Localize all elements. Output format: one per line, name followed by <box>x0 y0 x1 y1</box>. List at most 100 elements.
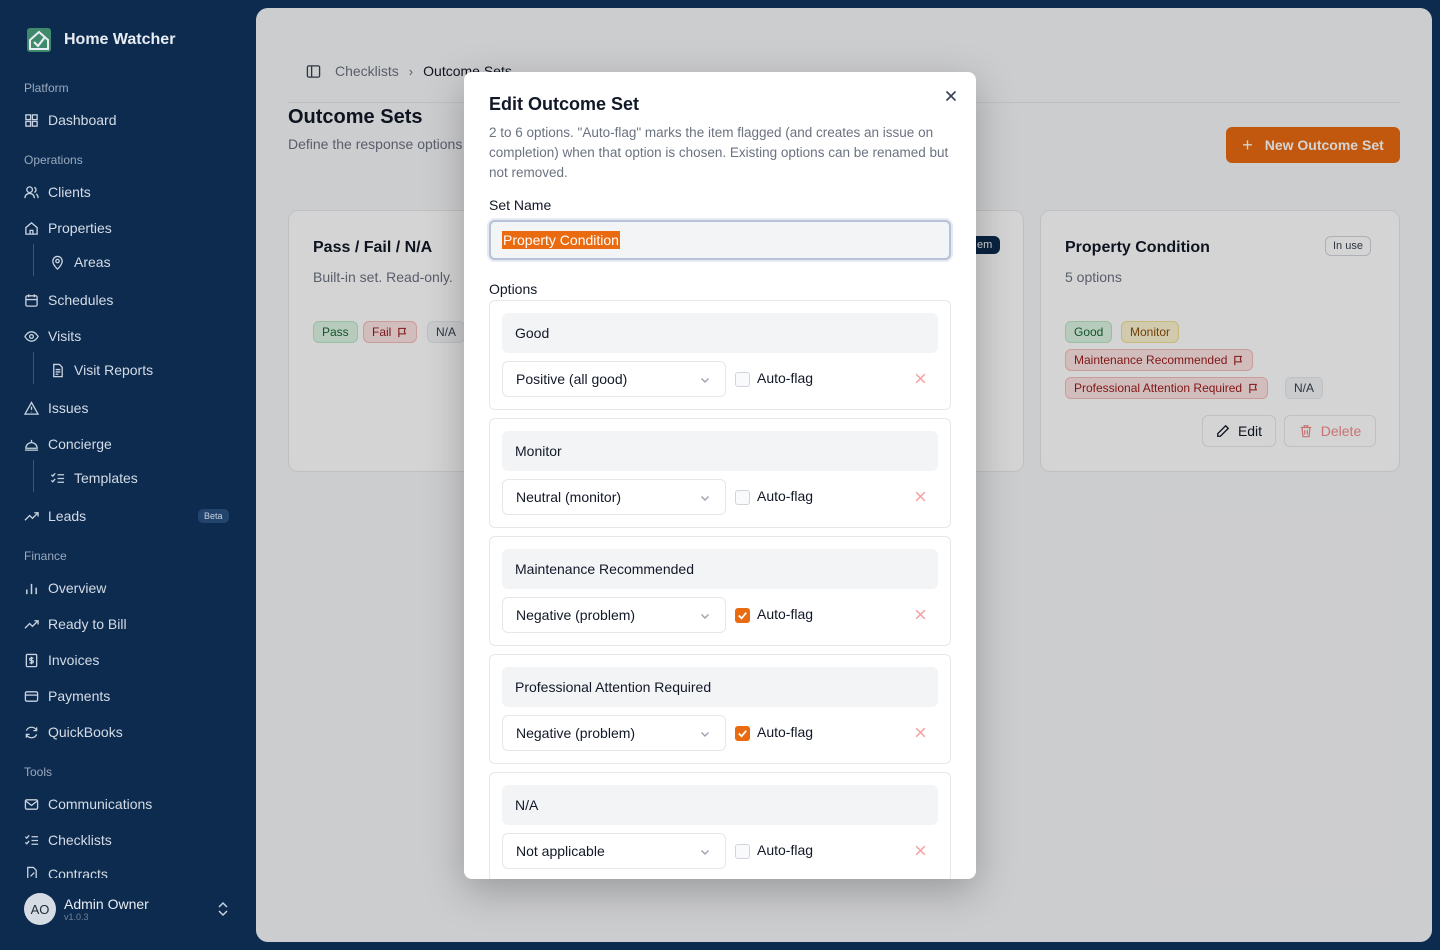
sidebar-item-clients[interactable]: Clients <box>24 182 91 202</box>
set-name-value: Property Condition <box>502 231 620 249</box>
remove-option-icon[interactable] <box>914 490 927 503</box>
remove-option-icon[interactable] <box>914 608 927 621</box>
sidebar-item-label: Properties <box>48 220 112 236</box>
app-version: v1.0.3 <box>64 912 89 922</box>
sidebar-item-properties[interactable]: Properties <box>24 218 112 238</box>
remove-option-icon[interactable] <box>914 726 927 739</box>
chevron-down-icon <box>701 378 709 383</box>
brand[interactable]: Home Watcher <box>26 27 175 53</box>
option-row: Good Positive (all good) Auto-flag <box>489 300 951 410</box>
user-menu[interactable]: AO Admin Owner v1.0.3 <box>24 893 234 925</box>
beta-badge: Beta <box>198 509 229 523</box>
sidebar-item-schedules[interactable]: Schedules <box>24 290 113 310</box>
trending-up-icon <box>24 617 39 632</box>
dialog-title: Edit Outcome Set <box>489 94 640 114</box>
auto-flag-label: Auto-flag <box>757 370 814 386</box>
calendar-icon <box>24 293 39 308</box>
subnav-line <box>33 460 34 492</box>
sidebar-item-templates[interactable]: Templates <box>50 468 138 488</box>
sidebar-item-invoices[interactable]: Invoices <box>24 650 99 670</box>
option-type-select[interactable]: Negative (problem) <box>502 715 726 751</box>
nav-section-operations: Operations <box>24 153 83 167</box>
sidebar-item-label: Clients <box>48 184 91 200</box>
option-type-value: Neutral (monitor) <box>516 489 622 505</box>
chevron-down-icon <box>701 732 709 737</box>
sidebar-item-label: Communications <box>48 796 153 812</box>
option-type-value: Positive (all good) <box>516 371 628 387</box>
sidebar-item-leads[interactable]: Leads <box>24 506 86 526</box>
auto-flag-checkbox[interactable] <box>735 608 750 623</box>
sidebar-item-label: QuickBooks <box>48 724 123 740</box>
auto-flag-label: Auto-flag <box>757 724 814 740</box>
sidebar-item-checklists[interactable]: Checklists <box>24 830 112 850</box>
sidebar-item-label: Payments <box>48 688 111 704</box>
bar-chart-icon <box>24 581 39 596</box>
option-name-input[interactable]: Professional Attention Required <box>502 667 938 707</box>
sidebar-item-visits[interactable]: Visits <box>24 326 81 346</box>
sync-icon <box>24 725 39 740</box>
sidebar-item-label: Issues <box>48 400 89 416</box>
remove-option-icon[interactable] <box>914 844 927 857</box>
invoice-icon <box>24 653 39 668</box>
sidebar-item-label: Contracts <box>48 866 108 878</box>
option-name-input[interactable]: N/A <box>502 785 938 825</box>
chevrons-up-down-icon <box>218 901 228 917</box>
option-row: N/A Not applicable Auto-flag <box>489 772 951 879</box>
sidebar-item-overview[interactable]: Overview <box>24 578 106 598</box>
sidebar-item-dashboard[interactable]: Dashboard <box>24 110 117 130</box>
option-type-value: Negative (problem) <box>516 607 636 623</box>
option-name-input[interactable]: Maintenance Recommended <box>502 549 938 589</box>
option-name-input[interactable]: Good <box>502 313 938 353</box>
sidebar-item-quickbooks[interactable]: QuickBooks <box>24 722 123 742</box>
mail-icon <box>24 797 39 812</box>
user-name: Admin Owner <box>64 896 149 912</box>
user-info: Admin Owner v1.0.3 <box>64 896 149 922</box>
credit-card-icon <box>24 689 39 704</box>
sidebar-item-label: Leads <box>48 508 87 524</box>
check-icon <box>738 730 747 738</box>
option-type-select[interactable]: Positive (all good) <box>502 361 726 397</box>
sidebar-item-label: Overview <box>48 580 107 596</box>
sidebar-item-label: Concierge <box>48 436 112 452</box>
sidebar-item-label: Areas <box>74 254 111 270</box>
users-icon <box>24 185 39 200</box>
set-name-label: Set Name <box>489 197 552 213</box>
edit-outcome-set-dialog: Edit Outcome Set 2 to 6 options. "Auto-f… <box>464 72 976 879</box>
sidebar-item-areas[interactable]: Areas <box>50 252 111 272</box>
set-name-input[interactable]: Property Condition <box>489 220 951 260</box>
option-type-select[interactable]: Not applicable <box>502 833 726 869</box>
option-type-select[interactable]: Neutral (monitor) <box>502 479 726 515</box>
auto-flag-checkbox[interactable] <box>735 844 750 859</box>
auto-flag-checkbox[interactable] <box>735 726 750 741</box>
option-row: Monitor Neutral (monitor) Auto-flag <box>489 418 951 528</box>
sidebar-item-ready-to-bill[interactable]: Ready to Bill <box>24 614 127 634</box>
dialog-description: 2 to 6 options. "Auto-flag" marks the it… <box>489 125 949 180</box>
sidebar-item-label: Schedules <box>48 292 114 308</box>
sidebar-item-label: Visit Reports <box>74 362 154 378</box>
remove-option-icon[interactable] <box>914 372 927 385</box>
option-name-input[interactable]: Monitor <box>502 431 938 471</box>
map-pin-icon <box>50 255 65 270</box>
sidebar-item-label: Dashboard <box>48 112 117 128</box>
sidebar-item-label: Checklists <box>48 832 112 848</box>
option-row: Maintenance Recommended Negative (proble… <box>489 536 951 646</box>
sidebar-item-communications[interactable]: Communications <box>24 794 152 814</box>
close-icon[interactable] <box>943 88 959 104</box>
sidebar-item-visit-reports[interactable]: Visit Reports <box>50 360 153 380</box>
concierge-bell-icon <box>24 437 39 452</box>
sidebar-item-concierge[interactable]: Concierge <box>24 434 112 454</box>
auto-flag-checkbox[interactable] <box>735 490 750 505</box>
sidebar-item-issues[interactable]: Issues <box>24 398 88 418</box>
trending-up-icon <box>24 509 39 524</box>
document-icon <box>50 363 65 378</box>
sidebar-item-payments[interactable]: Payments <box>24 686 110 706</box>
nav-section-finance: Finance <box>24 549 67 563</box>
sidebar-item-label: Visits <box>48 328 82 344</box>
option-type-select[interactable]: Negative (problem) <box>502 597 726 633</box>
sidebar-item-label: Ready to Bill <box>48 616 127 632</box>
auto-flag-checkbox[interactable] <box>735 372 750 387</box>
sidebar-item-contracts[interactable]: Contracts <box>24 866 108 878</box>
auto-flag-label: Auto-flag <box>757 606 814 622</box>
chevron-down-icon <box>701 850 709 855</box>
contract-icon <box>24 866 39 878</box>
